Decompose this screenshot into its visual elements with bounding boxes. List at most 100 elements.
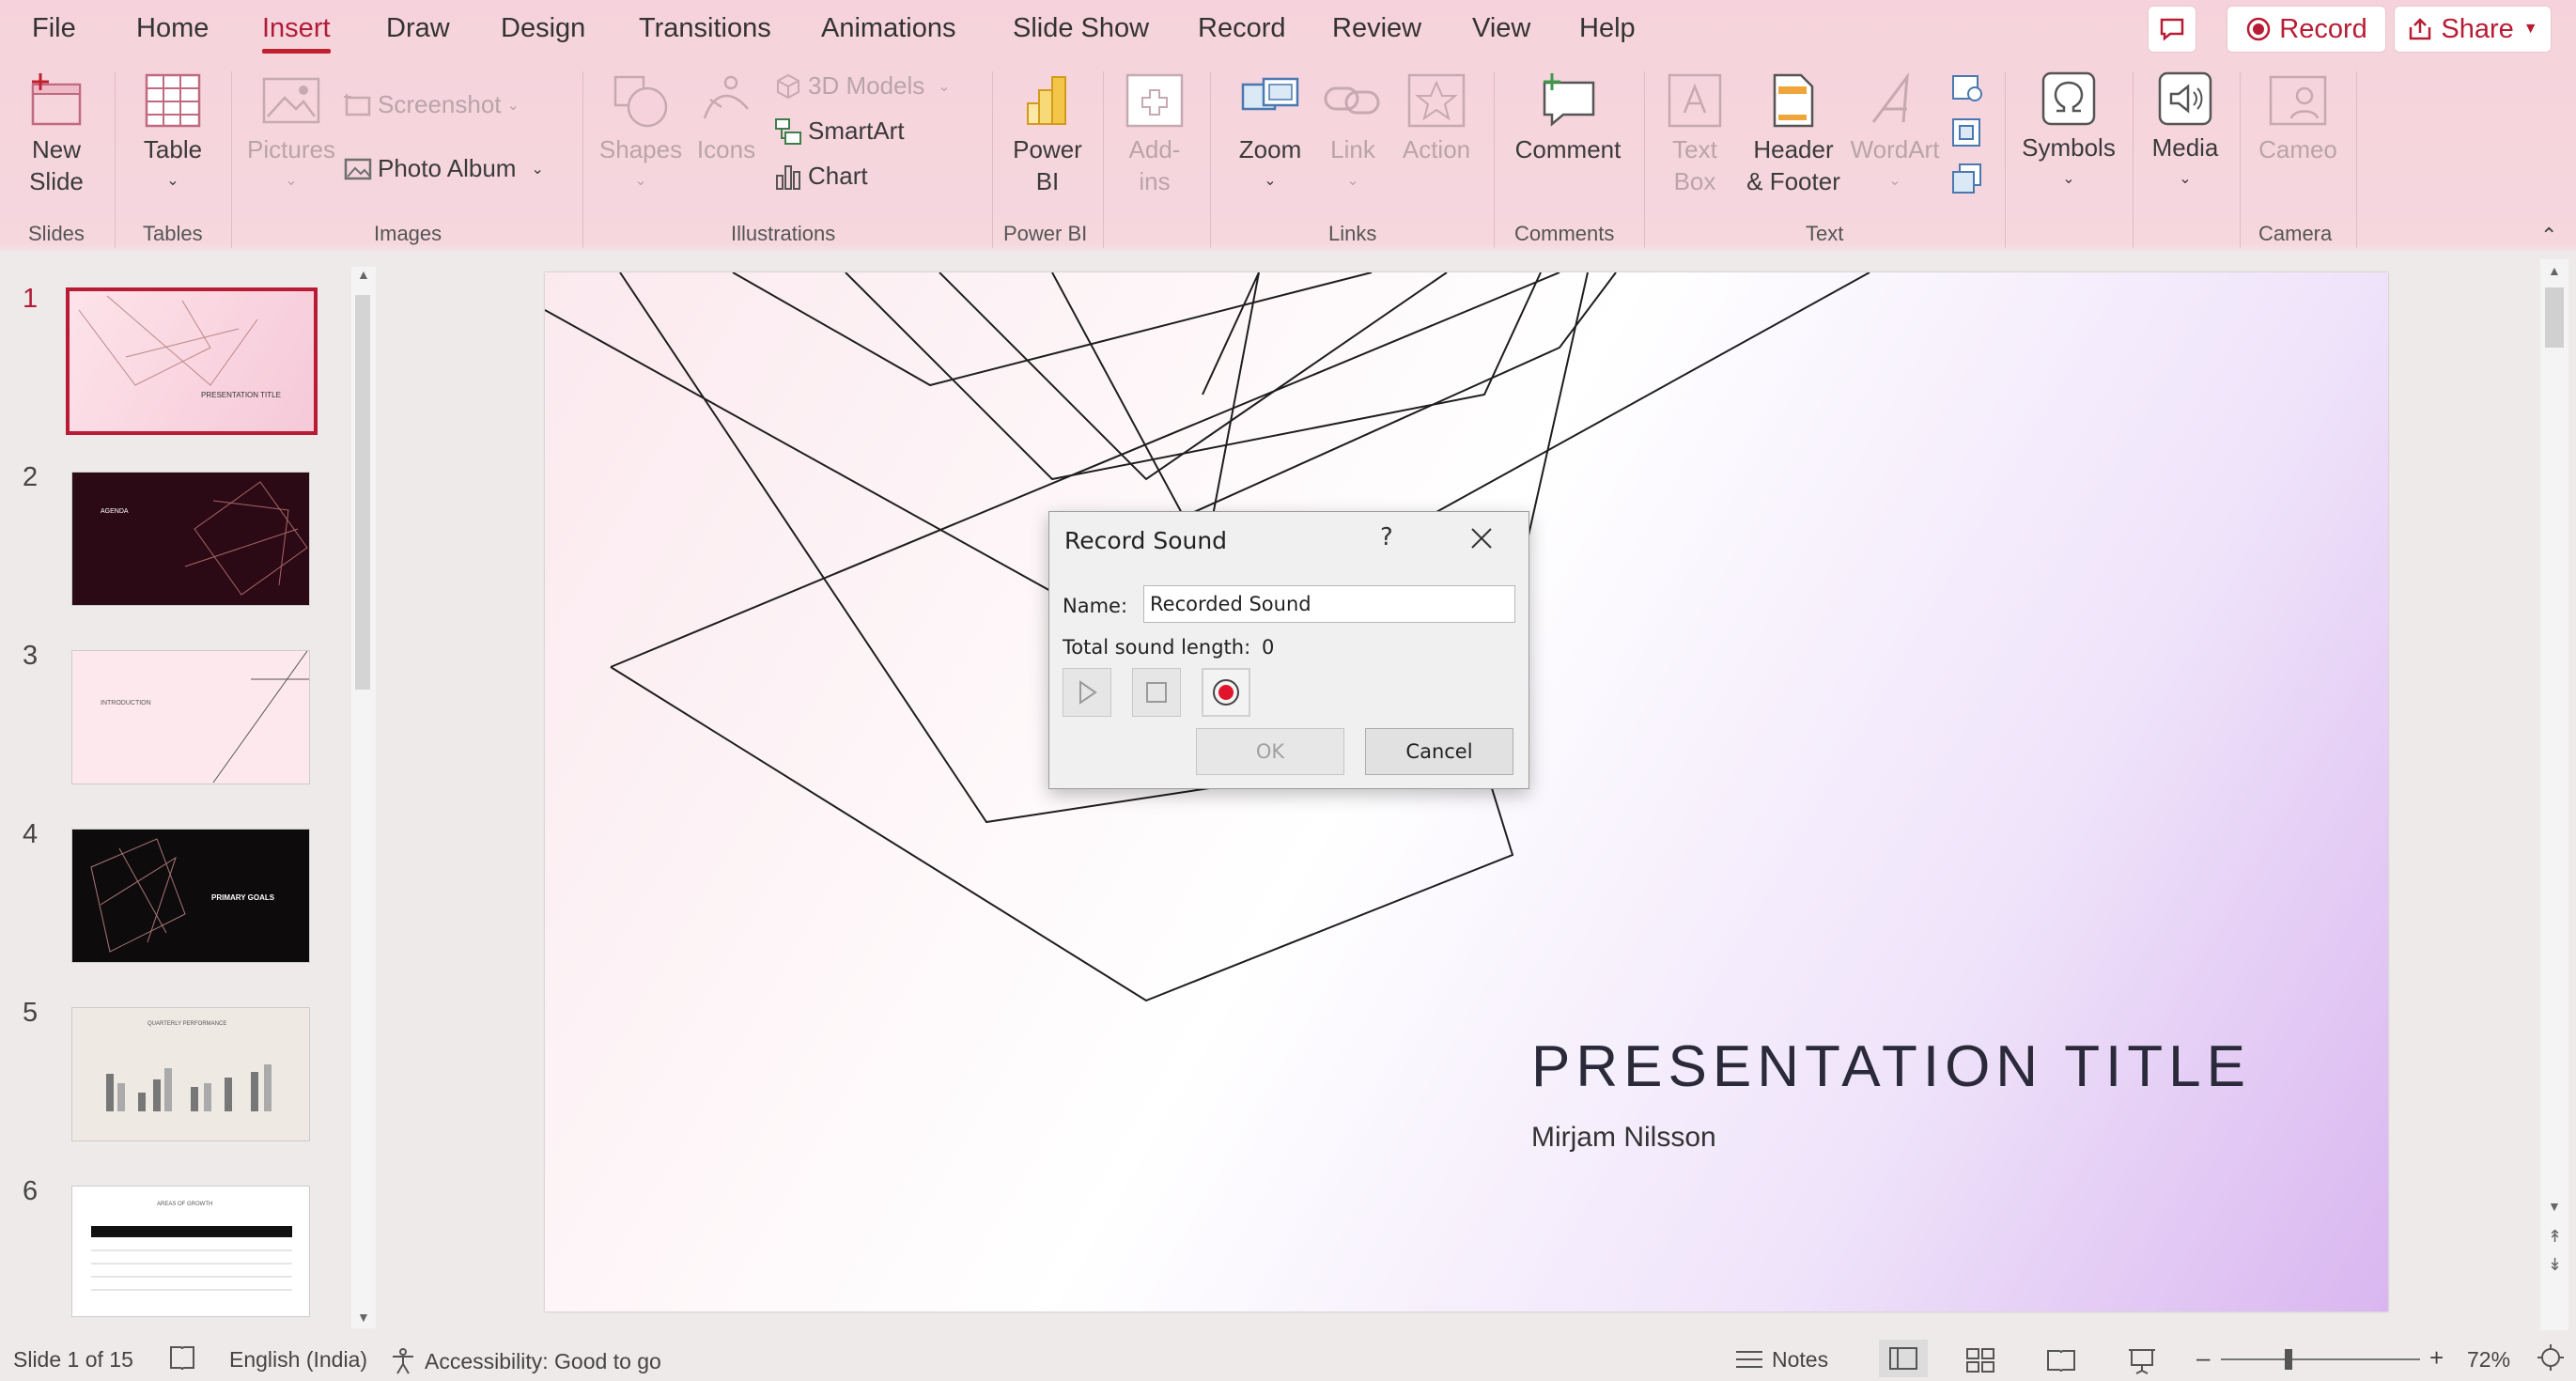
fit-to-window-button[interactable]: [2537, 1343, 2565, 1372]
slide-thumbnail-3[interactable]: INTRODUCTION: [71, 650, 310, 784]
zoom-slider[interactable]: [2221, 1349, 2420, 1370]
slide-count[interactable]: Slide 1 of 15: [13, 1347, 133, 1373]
tab-animations[interactable]: Animations: [821, 13, 955, 44]
thumbnail-scroll-up-icon[interactable]: ▲: [357, 267, 370, 282]
pictures-button[interactable]: Pictures ⌄: [242, 71, 340, 197]
slide-number-icon: [1952, 118, 1980, 147]
wordart-button[interactable]: WordArt ⌄: [1847, 71, 1943, 197]
tab-record[interactable]: Record: [1198, 13, 1286, 44]
icons-button[interactable]: Icons: [691, 71, 761, 165]
slide-scroll-down-icon[interactable]: ▼: [2548, 1199, 2561, 1214]
table-chevron-down-icon: ⌄: [166, 173, 179, 189]
tab-file[interactable]: File: [32, 13, 76, 44]
slide-1-decoration: [78, 295, 258, 386]
photo-album-button[interactable]: Photo Album ⌄: [344, 154, 544, 183]
record-button[interactable]: Record: [2227, 6, 2386, 53]
header-footer-button[interactable]: Header & Footer: [1742, 71, 1845, 197]
reading-view-button[interactable]: [2046, 1347, 2076, 1373]
close-icon[interactable]: [1468, 525, 1495, 551]
record-sound-button[interactable]: [1202, 668, 1250, 717]
tab-insert[interactable]: Insert: [262, 13, 331, 54]
screenshot-button[interactable]: Screenshot ⌄: [344, 90, 520, 119]
slide-2-thumb-title: AGENDA: [101, 508, 129, 515]
smartart-label: SmartArt: [808, 116, 905, 145]
slide-canvas[interactable]: PRESENTATION TITLE Mirjam Nilsson: [545, 272, 2388, 1311]
normal-view-button[interactable]: [1879, 1340, 1928, 1377]
slide-4-thumb-title: PRIMARY GOALS: [211, 893, 275, 902]
tab-home[interactable]: Home: [136, 13, 209, 44]
wordart-label: WordArt: [1850, 135, 1940, 163]
accessibility-status[interactable]: Accessibility: Good to go: [389, 1347, 661, 1375]
slide-scrollbar[interactable]: ▲ ▼ ↟ ↡: [2540, 259, 2568, 1330]
tab-design[interactable]: Design: [501, 13, 585, 44]
tab-review[interactable]: Review: [1332, 13, 1421, 44]
wordart-icon: [1871, 71, 1909, 123]
header-footer-icon: [1773, 73, 1814, 128]
smartart-button[interactable]: SmartArt: [774, 116, 905, 146]
slide-show-view-button[interactable]: [2127, 1347, 2157, 1375]
play-button[interactable]: [1063, 668, 1111, 717]
slide-thumbnail-4[interactable]: PRIMARY GOALS: [71, 829, 310, 963]
tab-transitions[interactable]: Transitions: [639, 13, 771, 44]
thumbnail-scroll-thumb[interactable]: [355, 295, 370, 690]
3d-models-button[interactable]: 3D Models ⌄: [774, 71, 951, 101]
thumbnail-scrollbar[interactable]: ▲ ▼: [351, 267, 376, 1328]
new-slide-button[interactable]: New Slide: [13, 71, 100, 197]
stop-button[interactable]: [1132, 668, 1181, 717]
ok-button[interactable]: OK: [1196, 728, 1344, 775]
3d-models-chevron-down-icon: ⌄: [938, 78, 951, 95]
spelling-check-button[interactable]: [167, 1343, 197, 1373]
zoom-out-button[interactable]: –: [2196, 1343, 2210, 1373]
slide-1-thumb-title: PRESENTATION TITLE: [201, 391, 281, 399]
slide-sorter-button[interactable]: [1965, 1347, 1995, 1373]
slide-line-decoration: [545, 272, 1870, 1002]
tab-slide-show[interactable]: Slide Show: [1013, 13, 1149, 44]
shapes-button[interactable]: Shapes ⌄: [599, 71, 682, 197]
slide-number-button[interactable]: [1950, 116, 1984, 155]
slide-title[interactable]: PRESENTATION TITLE: [1531, 1033, 2251, 1100]
slide-scroll-thumb[interactable]: [2545, 287, 2564, 348]
add-ins-button[interactable]: Add- ins: [1114, 71, 1195, 197]
object-button[interactable]: [1950, 162, 1984, 200]
help-button[interactable]: ?: [1380, 523, 1393, 551]
notes-button[interactable]: Notes: [1734, 1347, 1828, 1373]
ribbon: New Slide Table ⌄ Pictures ⌄ Screenshot …: [0, 62, 2576, 256]
zoom-button[interactable]: Zoom ⌄: [1221, 71, 1319, 197]
zoom-level[interactable]: 72%: [2467, 1347, 2510, 1373]
slide-thumbnail-1[interactable]: PRESENTATION TITLE: [66, 287, 318, 435]
tab-view[interactable]: View: [1472, 13, 1530, 44]
slide-thumbnail-6[interactable]: AREAS OF GROWTH: [71, 1186, 310, 1317]
slide-thumbnail-2[interactable]: AGENDA: [71, 472, 310, 606]
omega-icon: [2041, 71, 2096, 126]
zoom-in-button[interactable]: +: [2429, 1343, 2444, 1373]
collapse-ribbon-chevron-up-icon[interactable]: ⌃: [2540, 224, 2557, 248]
tab-help[interactable]: Help: [1579, 13, 1636, 44]
cancel-button[interactable]: Cancel: [1365, 728, 1513, 775]
share-chevron-down-icon[interactable]: ▼: [2523, 21, 2538, 38]
comments-button[interactable]: [2148, 6, 2196, 53]
next-slide-icon[interactable]: ↡: [2548, 1255, 2562, 1275]
text-box-button[interactable]: Text Box: [1655, 71, 1734, 197]
slide-scroll-up-icon[interactable]: ▲: [2548, 263, 2561, 278]
media-button[interactable]: Media ⌄: [2142, 70, 2228, 195]
power-bi-button[interactable]: Power BI: [1005, 71, 1090, 197]
cameo-button[interactable]: Cameo: [2251, 71, 2345, 165]
thumbnail-scroll-down-icon[interactable]: ▼: [357, 1310, 370, 1325]
action-button[interactable]: Action: [1394, 71, 1479, 165]
slide-thumbnail-5[interactable]: QUARTERLY PERFORMANCE: [71, 1007, 310, 1141]
record-dot-icon: [2247, 17, 2271, 41]
insert-comment-button[interactable]: Comment: [1505, 71, 1631, 165]
symbols-button[interactable]: Symbols ⌄: [2016, 70, 2121, 195]
date-time-button[interactable]: [1950, 71, 1984, 110]
previous-slide-icon[interactable]: ↟: [2548, 1227, 2562, 1247]
zoom-slider-thumb[interactable]: [2285, 1349, 2292, 1370]
chart-button[interactable]: Chart: [774, 162, 868, 191]
tab-draw[interactable]: Draw: [386, 13, 450, 44]
sound-name-input[interactable]: [1143, 585, 1515, 623]
slide-subtitle[interactable]: Mirjam Nilsson: [1531, 1122, 1716, 1154]
link-button[interactable]: Link ⌄: [1317, 71, 1389, 197]
share-button[interactable]: Share ▼: [2394, 6, 2552, 53]
group-separator: [1210, 71, 1211, 248]
language-indicator[interactable]: English (India): [229, 1347, 367, 1373]
table-button[interactable]: Table ⌄: [128, 71, 218, 197]
